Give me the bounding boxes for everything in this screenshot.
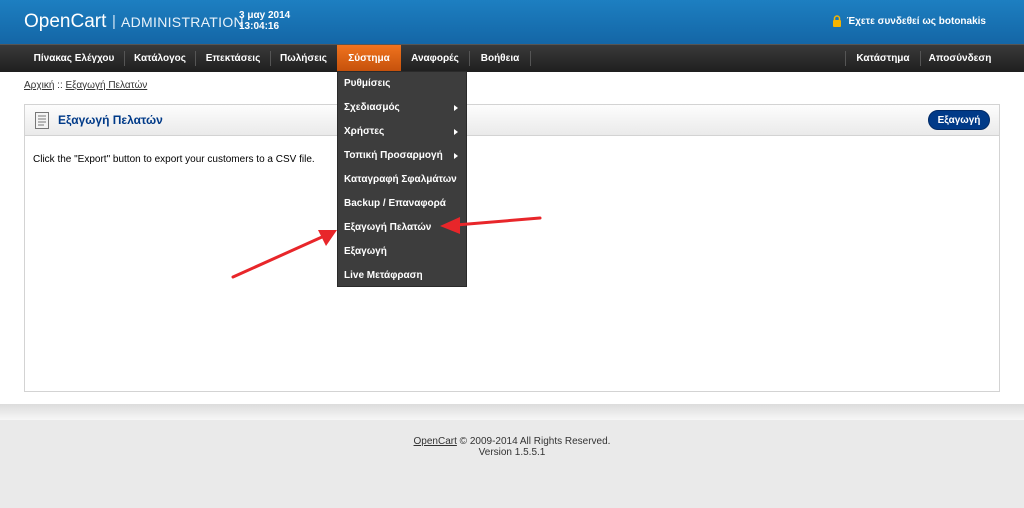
dropdown-item-export[interactable]: Εξαγωγή (338, 240, 466, 264)
dropdown-item-users[interactable]: Χρήστες (338, 120, 466, 144)
dropdown-item-label: Καταγραφή Σφαλμάτων (344, 174, 457, 185)
document-icon (35, 112, 49, 129)
lock-icon (832, 15, 841, 27)
dropdown-item-backup-restore[interactable]: Backup / Επαναφορά (338, 192, 466, 216)
menu-item-reports[interactable]: Αναφορές (401, 45, 469, 72)
breadcrumb-home-link[interactable]: Αρχική (24, 80, 54, 91)
logo-separator: | (112, 13, 116, 30)
main-menu: Πίνακας Ελέγχου Κατάλογος Επεκτάσεις Πωλ… (0, 44, 1024, 72)
box-heading: Εξαγωγή Πελατών Εξαγωγή (25, 105, 999, 136)
dropdown-item-label: Σχεδιασμός (344, 102, 400, 113)
chevron-right-icon (454, 129, 458, 135)
time-text: 13:04:16 (239, 21, 280, 32)
breadcrumb-current-link[interactable]: Εξαγωγή Πελατών (66, 80, 148, 91)
menu-item-sales[interactable]: Πωλήσεις (271, 45, 336, 72)
copyright-text: © 2009-2014 All Rights Reserved. (459, 436, 611, 447)
chevron-right-icon (454, 153, 458, 159)
date-text: 3 μαy 2014 (239, 10, 291, 21)
date-time: 3 μαy 2014 13:04:16 (239, 10, 290, 32)
dropdown-item-label: Τοπική Προσαρμογή (344, 150, 443, 161)
menu-item-catalog[interactable]: Κατάλογος (125, 45, 195, 72)
logo[interactable]: OpenCart (24, 11, 106, 33)
menu-item-extensions[interactable]: Επεκτάσεις (196, 45, 270, 72)
login-info: Έχετε συνδεθεί ως botonakis (832, 15, 986, 27)
content-box: Εξαγωγή Πελατών Εξαγωγή Click the "Expor… (24, 104, 1000, 392)
menu-item-store[interactable]: Κατάστημα (846, 45, 920, 72)
footer-copyright-line: OpenCart © 2009-2014 All Rights Reserved… (0, 436, 1024, 447)
dropdown-item-customer-export[interactable]: Εξαγωγή Πελατών (338, 216, 466, 240)
footer-text: OpenCart © 2009-2014 All Rights Reserved… (0, 436, 1024, 458)
menu-item-dashboard[interactable]: Πίνακας Ελέγχου (24, 45, 124, 72)
dropdown-item-label: Live Μετάφραση (344, 270, 423, 281)
export-description: Click the "Export" button to export your… (33, 154, 315, 165)
dropdown-item-label: Ρυθμίσεις (344, 78, 391, 89)
menu-item-logout[interactable]: Αποσύνδεση (921, 45, 999, 72)
dropdown-item-label: Εξαγωγή (344, 246, 387, 257)
footer-shadow (0, 404, 1024, 420)
version-text: Version 1.5.5.1 (478, 447, 546, 458)
opencart-link[interactable]: OpenCart (414, 436, 457, 447)
dropdown-item-label: Εξαγωγή Πελατών (344, 222, 432, 233)
dropdown-item-design[interactable]: Σχεδιασμός (338, 96, 466, 120)
dropdown-item-error-log[interactable]: Καταγραφή Σφαλμάτων (338, 168, 466, 192)
dropdown-item-label: Backup / Επαναφορά (344, 198, 446, 209)
menu-divider (530, 51, 531, 66)
dropdown-item-localisation[interactable]: Τοπική Προσαρμογή (338, 144, 466, 168)
dropdown-item-label: Χρήστες (344, 126, 385, 137)
menu-item-help[interactable]: Βοήθεια (470, 45, 530, 72)
breadcrumb-separator: :: (57, 80, 63, 91)
menu-item-system[interactable]: Σύστημα (337, 45, 401, 72)
system-dropdown-menu: Ρυθμίσεις Σχεδιασμός Χρήστες Τοπική Προσ… (337, 71, 467, 287)
header-bar: OpenCart | ADMINISTRATION 3 μαy 2014 13:… (0, 0, 1024, 44)
admin-label: ADMINISTRATION (121, 14, 244, 30)
dropdown-item-live-translation[interactable]: Live Μετάφραση (338, 264, 466, 288)
breadcrumb: Αρχική :: Εξαγωγή Πελατών (24, 80, 147, 91)
export-button[interactable]: Εξαγωγή (928, 110, 990, 130)
page-title: Εξαγωγή Πελατών (58, 113, 163, 127)
chevron-right-icon (454, 105, 458, 111)
login-text: Έχετε συνδεθεί ως botonakis (846, 15, 986, 27)
dropdown-item-settings[interactable]: Ρυθμίσεις (338, 72, 466, 96)
